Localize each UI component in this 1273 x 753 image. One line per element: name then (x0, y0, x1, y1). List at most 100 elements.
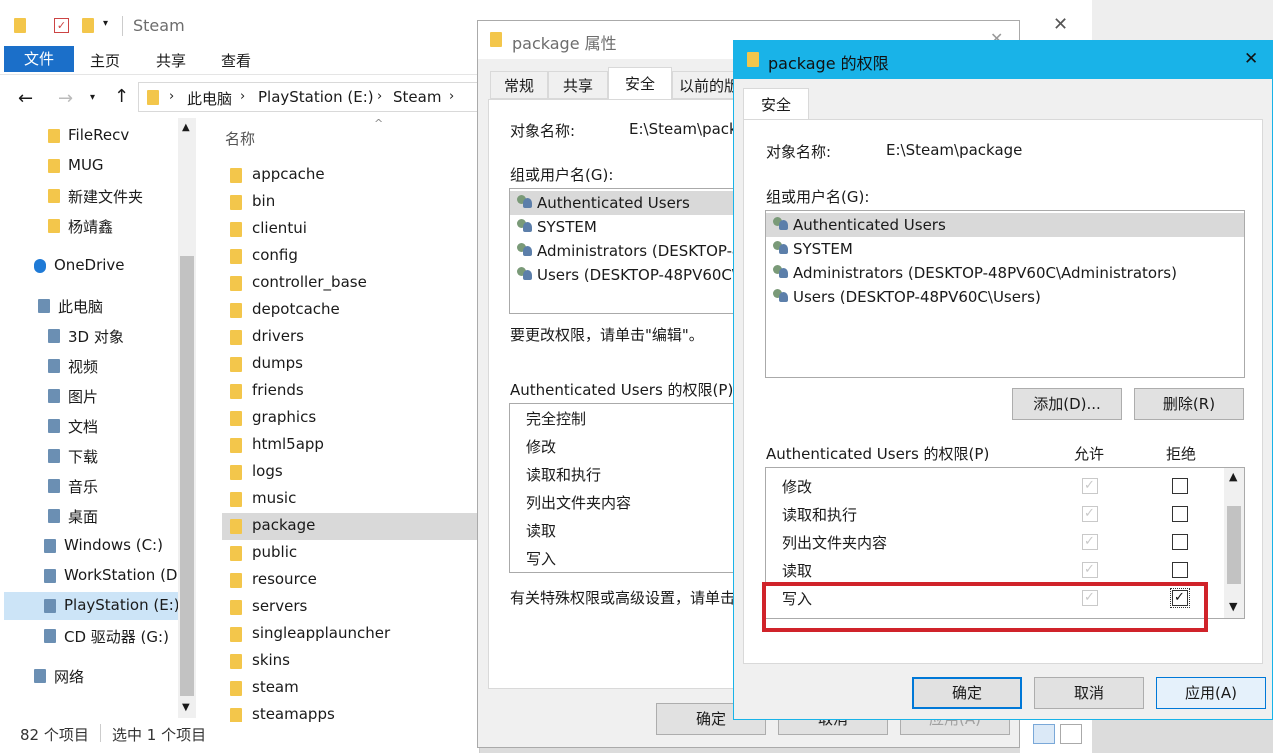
scrollbar-thumb[interactable] (1227, 506, 1241, 584)
file-row[interactable]: servers (222, 594, 480, 621)
dropdown-icon[interactable]: ▾ (103, 18, 108, 29)
file-row[interactable]: skins (222, 648, 480, 675)
nav-item[interactable]: CD 驱动器 (G:) (4, 622, 180, 650)
file-row[interactable]: public (222, 540, 480, 567)
file-row[interactable]: logs (222, 459, 480, 486)
file-row[interactable]: controller_base (222, 270, 480, 297)
users-list: Authenticated Users SYSTEM Administrators … (509, 188, 739, 314)
user-row[interactable]: Authenticated Users (766, 213, 1244, 237)
nav-item-label: OneDrive (54, 256, 125, 274)
explorer-close-icon[interactable]: ✕ (1053, 14, 1068, 35)
deny-checkbox[interactable] (1172, 562, 1188, 578)
nav-item[interactable]: MUG (4, 152, 180, 180)
folder-icon (230, 546, 242, 561)
tab-general[interactable]: 常规 (490, 71, 548, 99)
address-bar[interactable]: › 此电脑 › PlayStation (E:) › Steam › (138, 82, 483, 112)
breadcrumb-steam[interactable]: Steam (393, 88, 441, 106)
close-icon[interactable]: ✕ (1244, 49, 1258, 69)
file-row[interactable]: bin (222, 189, 480, 216)
file-row[interactable]: clientui (222, 216, 480, 243)
cancel-button[interactable]: 取消 (1034, 677, 1144, 709)
recent-chevron-icon[interactable]: ▾ (90, 92, 95, 103)
user-row[interactable]: Users (DESKTOP-48PV60C\ (510, 263, 738, 287)
tab-sharing[interactable]: 共享 (548, 71, 608, 99)
nav-item[interactable]: 文档 (4, 412, 180, 440)
add-button[interactable]: 添加(D)... (1012, 388, 1122, 420)
user-row[interactable]: SYSTEM (510, 215, 738, 239)
file-row[interactable]: steamapps (222, 702, 480, 722)
nav-item[interactable]: OneDrive (4, 252, 180, 280)
deny-checkbox[interactable] (1172, 506, 1188, 522)
nav-item[interactable]: FileRecv (4, 122, 180, 150)
tab-security[interactable]: 安全 (743, 88, 809, 120)
nav-item-label: FileRecv (68, 126, 130, 144)
file-row[interactable]: appcache (222, 162, 480, 189)
file-row[interactable]: music (222, 486, 480, 513)
ok-button[interactable]: 确定 (912, 677, 1022, 709)
forward-arrow-icon[interactable]: → (58, 88, 73, 109)
file-row[interactable]: graphics (222, 405, 480, 432)
nav-item[interactable]: PlayStation (E:) (4, 592, 180, 620)
nav-item[interactable]: 网络 (4, 662, 180, 690)
file-row[interactable]: friends (222, 378, 480, 405)
file-name: steam (252, 678, 299, 696)
details-view-icon[interactable] (1033, 724, 1055, 744)
nav-item[interactable]: 桌面 (4, 502, 180, 530)
file-row[interactable]: package (222, 513, 480, 540)
user-row[interactable]: Users (DESKTOP-48PV60C\Users) (766, 285, 1244, 309)
ribbon-share-tab[interactable]: 共享 (156, 50, 186, 71)
scroll-up-icon[interactable]: ▲ (182, 122, 190, 133)
nav-item[interactable]: 音乐 (4, 472, 180, 500)
allow-checkbox (1082, 478, 1098, 494)
apply-button[interactable]: 应用(A) (1156, 677, 1266, 709)
file-row[interactable]: config (222, 243, 480, 270)
file-row[interactable]: depotcache (222, 297, 480, 324)
nav-item[interactable]: 杨靖鑫 (4, 212, 180, 240)
up-arrow-icon[interactable]: ↑ (114, 86, 129, 107)
file-row[interactable]: resource (222, 567, 480, 594)
deny-checkbox[interactable] (1172, 534, 1188, 550)
remove-button[interactable]: 删除(R) (1134, 388, 1244, 420)
nav-item[interactable]: Windows (C:) (4, 532, 180, 560)
tab-security[interactable]: 安全 (608, 67, 672, 100)
nav-item[interactable]: 新建文件夹 (4, 182, 180, 210)
ribbon-home-tab[interactable]: 主页 (90, 50, 120, 71)
nav-item[interactable]: 此电脑 (4, 292, 180, 320)
allow-header: 允许 (1074, 445, 1105, 463)
scrollbar-thumb[interactable] (180, 256, 194, 696)
perm-scrollbar[interactable]: ▲ ▼ (1224, 468, 1244, 618)
scroll-down-icon[interactable]: ▼ (182, 702, 190, 713)
breadcrumb-this-pc[interactable]: 此电脑 (187, 88, 232, 109)
breadcrumb-drive[interactable]: PlayStation (E:) (258, 88, 374, 106)
checkbox-icon[interactable]: ✓ (54, 18, 69, 33)
download-icon (48, 449, 60, 463)
ribbon-file-tab[interactable]: 文件 (4, 46, 74, 72)
ribbon-view-tab[interactable]: 查看 (221, 50, 251, 71)
back-arrow-icon[interactable]: ← (18, 88, 33, 109)
folder-icon[interactable] (82, 18, 94, 33)
nav-item[interactable]: 下载 (4, 442, 180, 470)
nav-item[interactable]: WorkStation (D (4, 562, 180, 590)
large-icons-view-icon[interactable] (1060, 724, 1082, 744)
nav-item[interactable]: 图片 (4, 382, 180, 410)
file-row[interactable]: steam (222, 675, 480, 702)
file-name: logs (252, 462, 283, 480)
scroll-up-icon[interactable]: ▲ (1229, 470, 1237, 483)
nav-item[interactable]: 3D 对象 (4, 322, 180, 350)
file-row[interactable]: html5app (222, 432, 480, 459)
nav-item[interactable]: 视频 (4, 352, 180, 380)
deny-checkbox[interactable] (1172, 478, 1188, 494)
ribbon-divider (0, 74, 480, 75)
column-header-name[interactable]: 名称 (225, 128, 255, 149)
user-row[interactable]: SYSTEM (766, 237, 1244, 261)
file-row[interactable]: singleapplauncher (222, 621, 480, 648)
user-row[interactable]: Administrators (DESKTOP-4 (510, 239, 738, 263)
nav-scrollbar[interactable]: ▲ ▼ (178, 118, 196, 718)
user-row[interactable]: Administrators (DESKTOP-48PV60C\Administ… (766, 261, 1244, 285)
scroll-down-icon[interactable]: ▼ (1229, 600, 1237, 613)
computer-icon (38, 299, 50, 313)
file-row[interactable]: dumps (222, 351, 480, 378)
file-row[interactable]: drivers (222, 324, 480, 351)
user-row[interactable]: Authenticated Users (510, 191, 738, 215)
tab-previous-versions[interactable]: 以前的版 (672, 71, 742, 99)
